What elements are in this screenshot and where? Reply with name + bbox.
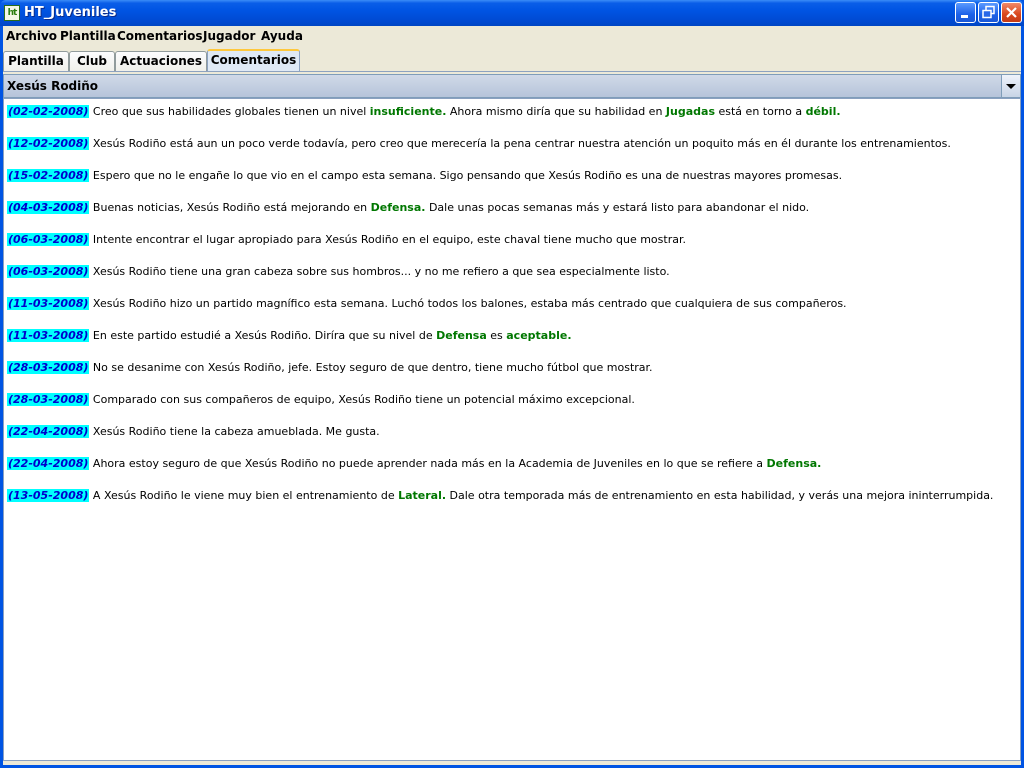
comment-text: es bbox=[486, 329, 507, 342]
menu-ayuda[interactable]: Ayuda bbox=[261, 29, 303, 43]
comment-date: (06-03-2008) bbox=[7, 265, 90, 278]
comment-text: Espero que no le engañe lo que vio en el… bbox=[92, 169, 843, 182]
comment-entry: (22-04-2008) Xesús Rodiño tiene la cabez… bbox=[4, 425, 1020, 457]
comment-date: (11-03-2008) bbox=[7, 329, 90, 342]
skill-highlight: insuficiente. bbox=[369, 105, 447, 118]
menu-archivo[interactable]: Archivo bbox=[6, 29, 57, 43]
comment-text: Dale unas pocas semanas más y estará lis… bbox=[425, 201, 810, 214]
menu-bar: Archivo Plantilla Comentarios Jugador Ay… bbox=[3, 26, 1021, 47]
skill-highlight: débil. bbox=[805, 105, 841, 118]
app-icon: ht bbox=[4, 5, 20, 21]
comment-text: Xesús Rodiño tiene una gran cabeza sobre… bbox=[92, 265, 670, 278]
comment-entry: (28-03-2008) Comparado con sus compañero… bbox=[4, 393, 1020, 425]
comment-date: (13-05-2008) bbox=[7, 489, 90, 502]
comment-date: (28-03-2008) bbox=[7, 393, 90, 406]
comment-text: Creo que sus habilidades globales tienen… bbox=[92, 105, 370, 118]
skill-highlight: aceptable. bbox=[506, 329, 572, 342]
tab-actuaciones[interactable]: Actuaciones bbox=[115, 51, 207, 71]
restore-icon bbox=[982, 5, 995, 19]
restore-button[interactable] bbox=[978, 2, 999, 23]
skill-highlight: Lateral. bbox=[398, 489, 447, 502]
minimize-button[interactable] bbox=[955, 2, 976, 23]
close-button[interactable] bbox=[1001, 2, 1022, 23]
comments-panel[interactable]: (02-02-2008) Creo que sus habilidades gl… bbox=[3, 98, 1021, 761]
comment-entry: (04-03-2008) Buenas noticias, Xesús Rodi… bbox=[4, 201, 1020, 233]
skill-highlight: Defensa. bbox=[766, 457, 822, 470]
selected-player: Xesús Rodiño bbox=[7, 79, 99, 93]
menu-jugador[interactable]: Jugador bbox=[203, 29, 255, 43]
player-dropdown[interactable]: Xesús Rodiño bbox=[3, 74, 1021, 98]
comment-date: (04-03-2008) bbox=[7, 201, 90, 214]
comment-date: (11-03-2008) bbox=[7, 297, 90, 310]
comment-text: No se desanime con Xesús Rodiño, jefe. E… bbox=[92, 361, 653, 374]
comment-text: Xesús Rodiño está aun un poco verde toda… bbox=[92, 137, 951, 150]
bottom-border bbox=[3, 762, 1021, 765]
comment-entry: (06-03-2008) Intente encontrar el lugar … bbox=[4, 233, 1020, 265]
comment-date: (12-02-2008) bbox=[7, 137, 90, 150]
comment-date: (06-03-2008) bbox=[7, 233, 90, 246]
comment-text: Buenas noticias, Xesús Rodiño está mejor… bbox=[92, 201, 371, 214]
tab-plantilla[interactable]: Plantilla bbox=[3, 51, 69, 71]
comment-text: Dale otra temporada más de entrenamiento… bbox=[446, 489, 994, 502]
comment-entry: (22-04-2008) Ahora estoy seguro de que X… bbox=[4, 457, 1020, 489]
menu-comentarios[interactable]: Comentarios bbox=[117, 29, 203, 43]
comment-text: Xesús Rodiño hizo un partido magnífico e… bbox=[92, 297, 847, 310]
title-bar[interactable]: ht HT_Juveniles bbox=[0, 0, 1024, 26]
comment-entry: (13-05-2008) A Xesús Rodiño le viene muy… bbox=[4, 489, 1020, 521]
comment-entry: (11-03-2008) En este partido estudié a X… bbox=[4, 329, 1020, 361]
skill-highlight: Defensa. bbox=[370, 201, 426, 214]
dropdown-button[interactable] bbox=[1001, 75, 1020, 97]
window-client: Archivo Plantilla Comentarios Jugador Ay… bbox=[3, 26, 1021, 765]
comment-text: En este partido estudié a Xesús Rodiño. … bbox=[92, 329, 437, 342]
comment-text: está en torno a bbox=[715, 105, 806, 118]
tab-club[interactable]: Club bbox=[69, 51, 115, 71]
comment-date: (28-03-2008) bbox=[7, 361, 90, 374]
comment-date: (02-02-2008) bbox=[7, 105, 90, 118]
comment-entry: (28-03-2008) No se desanime con Xesús Ro… bbox=[4, 361, 1020, 393]
comment-entry: (11-03-2008) Xesús Rodiño hizo un partid… bbox=[4, 297, 1020, 329]
comment-date: (22-04-2008) bbox=[7, 457, 90, 470]
comment-entry: (12-02-2008) Xesús Rodiño está aun un po… bbox=[4, 137, 1020, 169]
app-window: ht HT_Juveniles Archivo Plantilla Coment… bbox=[0, 0, 1024, 768]
skill-highlight: Jugadas bbox=[665, 105, 715, 118]
comment-text: Ahora estoy seguro de que Xesús Rodiño n… bbox=[92, 457, 767, 470]
tab-bar: Plantilla Club Actuaciones Comentarios bbox=[3, 49, 1021, 72]
comment-date: (15-02-2008) bbox=[7, 169, 90, 182]
comment-entry: (02-02-2008) Creo que sus habilidades gl… bbox=[4, 105, 1020, 137]
skill-highlight: Defensa bbox=[436, 329, 487, 342]
comment-text: Comparado con sus compañeros de equipo, … bbox=[92, 393, 635, 406]
window-title: HT_Juveniles bbox=[24, 5, 117, 20]
chevron-down-icon bbox=[1006, 84, 1016, 89]
comment-text: Xesús Rodiño tiene la cabeza amueblada. … bbox=[92, 425, 380, 438]
comment-text: Ahora mismo diría que su habilidad en bbox=[446, 105, 666, 118]
comment-text: Intente encontrar el lugar apropiado par… bbox=[92, 233, 686, 246]
comment-date: (22-04-2008) bbox=[7, 425, 90, 438]
close-icon bbox=[1006, 7, 1017, 18]
minimize-icon bbox=[961, 15, 968, 18]
menu-plantilla[interactable]: Plantilla bbox=[60, 29, 116, 43]
comment-text: A Xesús Rodiño le viene muy bien el entr… bbox=[92, 489, 399, 502]
comment-entry: (15-02-2008) Espero que no le engañe lo … bbox=[4, 169, 1020, 201]
tab-comentarios[interactable]: Comentarios bbox=[207, 49, 300, 71]
comment-entry: (06-03-2008) Xesús Rodiño tiene una gran… bbox=[4, 265, 1020, 297]
